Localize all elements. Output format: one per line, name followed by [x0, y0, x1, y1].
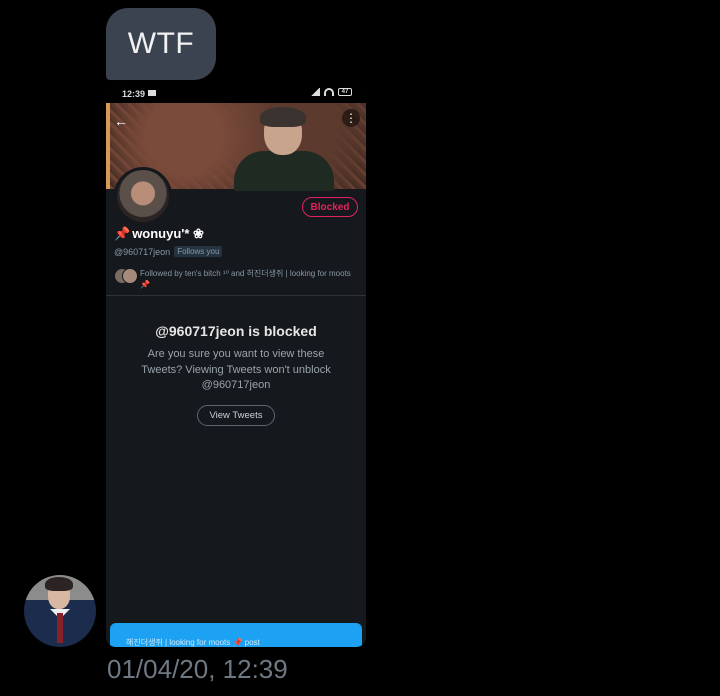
signal-icon [310, 88, 320, 96]
banner-edge [106, 103, 110, 189]
divider [106, 295, 366, 296]
follower-avatars [114, 268, 138, 284]
message-timestamp: 01/04/20, 12:39 [107, 654, 288, 684]
pin-icon: 📌 [114, 226, 131, 241]
status-icons: 47 [310, 88, 352, 96]
handle-row: @960717jeon Follows you [114, 246, 223, 257]
wifi-icon [324, 88, 334, 96]
back-arrow-icon[interactable]: ← [114, 113, 128, 129]
avatar [122, 268, 138, 284]
blocked-description: Are you sure you want to view these Twee… [141, 348, 331, 391]
profile-handle: @960717jeon [114, 246, 171, 257]
battery-icon: 47 [338, 88, 352, 96]
followed-by[interactable]: Followed by ten's bitch ¹⁰ and 허진더생쥐 | l… [114, 268, 358, 290]
bottom-toast[interactable]: 해진더생쥐 | looking for moots 📌 post [110, 623, 362, 647]
message-bubble[interactable]: WTF [106, 8, 216, 80]
followed-by-text: Followed by ten's bitch ¹⁰ and 허진더생쥐 | l… [140, 269, 351, 289]
status-bar: 12:39 47 [106, 85, 366, 103]
profile-name: 📌 wonuyu'* ❀ [114, 226, 204, 242]
follows-you-badge: Follows you [174, 246, 223, 257]
status-time: 12:39 [122, 89, 146, 99]
blocked-button[interactable]: Blocked [302, 197, 358, 217]
attached-screenshot[interactable]: 12:39 47 ← ⋮ Blocked 📌 wonuyu'* ❀ @960717… [106, 85, 366, 647]
message-text: WTF [127, 27, 195, 60]
profile-name-text: wonuyu'* ❀ [132, 226, 204, 241]
blocked-title: @960717jeon is blocked [155, 323, 317, 339]
sender-avatar[interactable] [24, 575, 96, 647]
mail-icon [148, 90, 156, 96]
view-tweets-button[interactable]: View Tweets [197, 405, 275, 426]
banner-photo [226, 107, 336, 191]
more-options-icon[interactable]: ⋮ [342, 109, 360, 127]
profile-avatar[interactable] [114, 167, 172, 225]
